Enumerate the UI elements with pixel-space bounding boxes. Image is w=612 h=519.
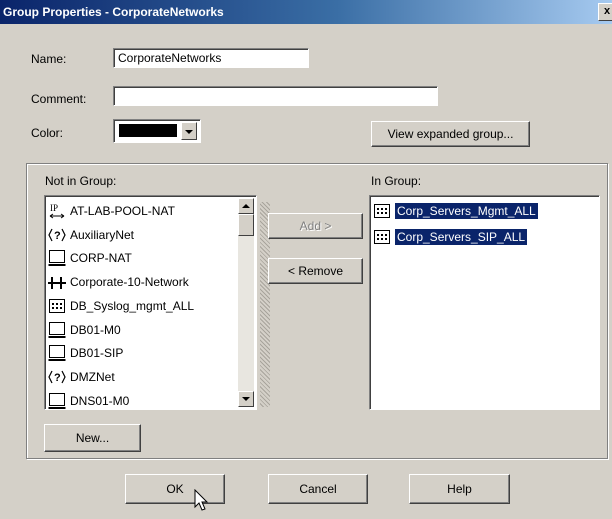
ok-button[interactable]: OK [125,474,225,504]
not-in-group-item-label: Corporate-10-Network [70,275,189,290]
not-in-group-item-label: DB01-M0 [70,322,121,337]
scroll-down-button[interactable] [238,391,254,407]
not-in-group-item[interactable]: Corporate-10-Network [48,271,189,293]
in-group-label: In Group: [371,174,422,188]
color-select[interactable] [113,119,201,143]
dynamic-object-icon: ? [48,368,66,386]
svg-text:?: ? [54,230,61,242]
new-button[interactable]: New... [44,424,141,452]
comment-label: Comment: [31,92,87,106]
scroll-thumb[interactable] [238,214,254,236]
chevron-down-icon [242,397,250,401]
scroll-up-button[interactable] [238,198,254,214]
not-in-group-item[interactable]: ? DMZNet [48,366,115,388]
cancel-button[interactable]: Cancel [268,474,368,504]
in-group-item-label: Corp_Servers_SIP_ALL [395,229,528,245]
not-in-group-item[interactable]: DB01-SIP [48,342,123,364]
not-in-group-item-label: DNS01-M0 [70,393,130,408]
svg-text:IP: IP [50,203,58,213]
window-title: Group Properties - CorporateNetworks [3,5,224,19]
in-group-item-label: Corp_Servers_Mgmt_ALL [395,203,538,219]
not-in-group-item-label: CORP-NAT [70,251,132,266]
not-in-group-list[interactable]: IP AT-LAB-POOL-NAT? AuxiliaryNet CORP-NAT Co… [44,195,257,410]
close-icon: x [603,5,611,17]
host-icon [48,392,66,409]
chevron-down-icon [185,130,193,134]
svg-text:?: ? [54,372,61,384]
title-bar: Group Properties - CorporateNetworks x [0,0,612,24]
host-icon [48,321,66,339]
ip-range-icon: IP [48,202,66,220]
help-button[interactable]: Help [409,474,510,504]
in-group-item[interactable]: Corp_Servers_SIP_ALL [373,226,528,248]
dynamic-object-icon: ? [48,226,66,244]
color-swatch [119,124,177,137]
host-icon [48,344,66,362]
color-label: Color: [31,126,64,140]
not-in-group-item[interactable]: DB_Syslog_mgmt_ALL [48,295,194,317]
in-group-list[interactable]: Corp_Servers_Mgmt_ALL Corp_Servers_SIP_AL… [369,195,600,410]
in-group-item[interactable]: Corp_Servers_Mgmt_ALL [373,200,538,222]
not-in-group-item-label: AT-LAB-POOL-NAT [70,204,175,218]
chevron-up-icon [242,204,250,208]
not-in-group-item-label: DB01-SIP [70,346,124,361]
group-icon [373,228,391,246]
not-in-group-item-label: DB_Syslog_mgmt_ALL [70,298,195,313]
add-button[interactable]: Add > [268,213,363,239]
not-in-group-item[interactable]: ? AuxiliaryNet [48,224,134,246]
name-field[interactable]: CorporateNetworks [113,48,309,68]
not-in-group-scrollbar[interactable] [238,198,254,407]
remove-button[interactable]: < Remove [268,258,363,284]
group-icon [48,297,66,315]
view-expanded-group-button[interactable]: View expanded group... [371,121,530,147]
name-label: Name: [31,52,67,66]
not-in-group-item-label: AuxiliaryNet [70,227,135,242]
mouse-cursor-icon [194,489,209,511]
host-icon [48,249,66,267]
network-icon [48,273,66,291]
not-in-group-item[interactable]: DB01-M0 [48,319,121,341]
color-dropdown-button[interactable] [181,122,197,140]
not-in-group-item-label: DMZNet [70,369,115,384]
not-in-group-item[interactable]: DNS01-M0 [48,390,130,409]
not-in-group-item[interactable]: CORP-NAT [48,247,132,269]
not-in-group-item[interactable]: IP AT-LAB-POOL-NAT [48,200,175,222]
close-button[interactable]: x [598,3,612,21]
comment-field[interactable] [113,86,438,106]
add-button-label: Add > [299,219,332,233]
group-icon [373,202,391,220]
not-in-group-label: Not in Group: [45,174,117,188]
